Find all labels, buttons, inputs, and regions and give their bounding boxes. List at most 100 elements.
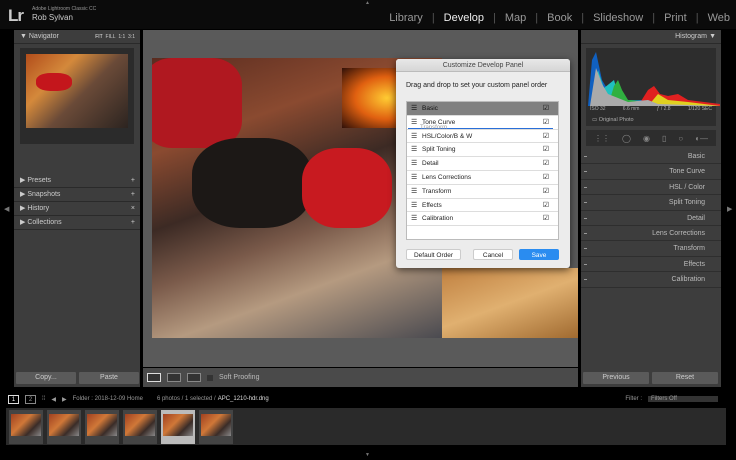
filmstrip-thumbnail[interactable] [85, 410, 119, 444]
zoom-3-1[interactable]: 3:1 [128, 34, 135, 40]
navigator-preview[interactable] [20, 48, 134, 144]
panel-checkbox[interactable]: ☑ [543, 130, 549, 144]
save-button[interactable]: Save [519, 249, 559, 260]
lightroom-logo: Lr [8, 6, 24, 25]
panel-checkbox[interactable]: ☑ [543, 212, 549, 226]
red-eye-icon[interactable]: ◉ [643, 134, 650, 143]
panel-item[interactable]: ☰ Basic ☑ [407, 102, 558, 116]
forward-arrow-icon[interactable]: ▶ [62, 396, 67, 403]
panel-item[interactable]: ☰ Split Toning ☑ [407, 143, 558, 158]
module-print[interactable]: Print [664, 12, 687, 24]
cancel-button[interactable]: Cancel [473, 249, 513, 260]
filmstrip-thumbnail[interactable] [47, 410, 81, 444]
filmstrip-thumbnail[interactable] [123, 410, 157, 444]
thumbnail-image [201, 414, 231, 436]
panel-header-detail[interactable]: Detail [581, 211, 721, 226]
histogram-header[interactable]: Histogram ▼ [581, 30, 721, 44]
previous-button[interactable]: Previous [583, 372, 649, 384]
drag-handle-icon[interactable]: ☰ [411, 143, 417, 157]
drag-handle-icon[interactable]: ☰ [411, 157, 417, 171]
panel-item[interactable]: ☰ Effects ☑ [407, 199, 558, 213]
bottom-panel-toggle-icon[interactable]: ▼ [365, 452, 370, 458]
grid-icon[interactable]: ⁞⁞ [42, 396, 45, 402]
left-panel-toggle-icon[interactable]: ◀ [4, 205, 9, 213]
module-library[interactable]: Library [389, 12, 423, 24]
reset-button[interactable]: Reset [652, 372, 718, 384]
panel-header-hsl-color[interactable]: HSL / Color [581, 180, 721, 196]
snapshots-header[interactable]: ▶ Snapshots + [14, 188, 140, 202]
panel-checkbox[interactable]: ☑ [543, 185, 549, 199]
navigator-title: Navigator [28, 33, 59, 40]
drag-handle-icon[interactable]: ☰ [411, 130, 417, 144]
graduated-filter-icon[interactable]: ▯ [662, 134, 666, 143]
module-develop[interactable]: Develop [444, 12, 484, 24]
panel-item[interactable]: ☰ Detail ☑ [407, 157, 558, 171]
zoom-fill[interactable]: FILL [106, 34, 116, 40]
panel-checkbox[interactable]: ☑ [543, 102, 549, 116]
filmstrip-bar: 1 2 ⁞⁞ ◀ ▶ Folder : 2018-12-09 Home 6 ph… [0, 390, 736, 408]
radial-filter-icon[interactable]: ○ [678, 134, 683, 143]
panel-header-lens-corrections[interactable]: Lens Corrections [581, 226, 721, 242]
paste-button[interactable]: Paste [79, 372, 139, 384]
dragged-item: Transform [420, 125, 448, 131]
panel-header-calibration[interactable]: Calibration [581, 272, 721, 288]
top-panel-toggle-icon[interactable]: ▲ [365, 0, 370, 6]
soft-proofing-checkbox[interactable] [207, 374, 213, 381]
drag-handle-icon[interactable]: ☰ [411, 102, 417, 116]
panel-item[interactable]: ☰ HSL/Color/B & W ☑ [407, 130, 558, 144]
drag-handle-icon[interactable]: ☰ [411, 185, 417, 199]
drag-handle-icon[interactable]: ☰ [411, 171, 417, 185]
filmstrip-thumbnail[interactable] [199, 410, 233, 444]
panel-checkbox[interactable]: ☑ [543, 199, 549, 213]
panel-header-split-toning[interactable]: Split Toning [581, 195, 721, 211]
history-header[interactable]: ▶ History × [14, 202, 140, 216]
right-panel-toggle-icon[interactable]: ▶ [727, 205, 732, 213]
original-photo-toggle[interactable]: ▭ Original Photo [592, 117, 634, 123]
drag-handle-icon[interactable]: ☰ [411, 199, 417, 213]
presets-header[interactable]: ▶ Presets + [14, 174, 140, 188]
loupe-view-icon[interactable] [147, 373, 161, 382]
panel-header-tone-curve[interactable]: Tone Curve [581, 164, 721, 180]
panel-header-effects[interactable]: Effects [581, 257, 721, 273]
window-1-button[interactable]: 1 [8, 394, 19, 404]
drag-handle-icon[interactable]: ☰ [411, 212, 417, 226]
navigator-header[interactable]: ▼ Navigator FIT FILL 1:1 3:1 [14, 30, 140, 44]
thumbnail-image [49, 414, 79, 436]
filter-label: Filter : [625, 396, 642, 402]
module-web[interactable]: Web [708, 12, 730, 24]
focal-length: 6.6 mm [622, 106, 640, 112]
filmstrip-thumbnail[interactable] [9, 410, 43, 444]
panel-checkbox[interactable]: ☑ [543, 143, 549, 157]
copy-button[interactable]: Copy... [16, 372, 76, 384]
filter-dropdown[interactable]: Filters Off [648, 396, 718, 402]
before-after-icon[interactable] [167, 373, 181, 382]
tool-strip: ⋮⋮ ◯ ◉ ▯ ○ ◐— [586, 130, 716, 146]
panel-checkbox[interactable]: ☑ [543, 157, 549, 171]
adjustment-brush-icon[interactable]: ◐— [695, 134, 708, 143]
zoom-1-1[interactable]: 1:1 [118, 34, 125, 40]
window-2-button[interactable]: 2 [25, 394, 36, 404]
panel-item[interactable]: ☰ Lens Corrections ☑ [407, 171, 558, 185]
user-name: Rob Sylvan [32, 13, 73, 22]
default-order-button[interactable]: Default Order [406, 249, 461, 260]
collections-header[interactable]: ▶ Collections + [14, 216, 140, 230]
before-after-yy-icon[interactable] [187, 373, 201, 382]
module-book[interactable]: Book [547, 12, 572, 24]
panel-item[interactable]: ☰ Calibration ☑ [407, 212, 558, 227]
filename[interactable]: APC_1210-hdr.dng [218, 396, 269, 402]
filmstrip-thumbnail[interactable] [161, 410, 195, 444]
photo-count: 6 photos / 1 selected / [156, 396, 216, 402]
module-slideshow[interactable]: Slideshow [593, 12, 643, 24]
dialog-title: Customize Develop Panel [396, 59, 570, 72]
crop-tool-icon[interactable]: ⋮⋮ [594, 134, 610, 143]
module-map[interactable]: Map [505, 12, 526, 24]
zoom-fit[interactable]: FIT [95, 34, 103, 40]
folder-path[interactable]: Folder : 2018-12-09 Home [73, 396, 143, 402]
panel-checkbox[interactable]: ☑ [543, 171, 549, 185]
back-arrow-icon[interactable]: ◀ [51, 396, 56, 403]
panel-header-basic[interactable]: Basic [581, 149, 721, 165]
panel-header-transform[interactable]: Transform [581, 241, 721, 257]
panel-item[interactable]: ☰ Transform ☑ [407, 185, 558, 199]
panel-item-label: Split Toning [422, 146, 456, 154]
spot-removal-icon[interactable]: ◯ [622, 134, 631, 143]
